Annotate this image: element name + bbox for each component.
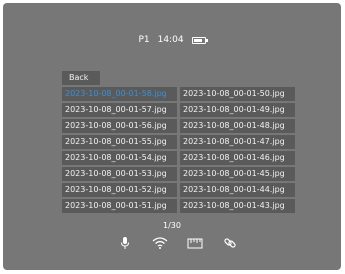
file-item[interactable]: 2023-10-08_00-01-57.jpg [62,103,177,117]
file-item[interactable]: 2023-10-08_00-01-56.jpg [62,119,177,133]
page-indicator: 1/30 [163,221,181,230]
clock: 14:04 [157,35,184,45]
battery-icon [191,36,208,44]
file-item[interactable]: 2023-10-08_00-01-46.jpg [180,151,295,165]
ruler-icon[interactable] [186,236,204,250]
file-item[interactable]: 2023-10-08_00-01-48.jpg [180,119,295,133]
file-item[interactable]: 2023-10-08_00-01-50.jpg [180,87,295,101]
file-item[interactable]: 2023-10-08_00-01-51.jpg [62,199,177,213]
file-item[interactable]: 2023-10-08_00-01-53.jpg [62,167,177,181]
file-item[interactable]: 2023-10-08_00-01-43.jpg [180,199,295,213]
file-item[interactable]: 2023-10-08_00-01-47.jpg [180,135,295,149]
battery-tip [205,38,208,42]
microphone-icon[interactable] [116,236,134,250]
back-button[interactable]: Back [62,71,100,85]
status-bar: P1 14:04 [3,33,341,47]
mode-indicator: P1 [138,35,150,45]
file-item[interactable]: 2023-10-08_00-01-54.jpg [62,151,177,165]
file-item[interactable]: 2023-10-08_00-01-44.jpg [180,183,295,197]
file-item[interactable]: 2023-10-08_00-01-49.jpg [180,103,295,117]
file-item[interactable]: 2023-10-08_00-01-55.jpg [62,135,177,149]
file-list: 2023-10-08_00-01-58.jpg 2023-10-08_00-01… [62,87,295,213]
battery-level [193,38,202,42]
device-screen: P1 14:04 Back 2023-10-08_00-01-58.jpg 20… [3,3,341,270]
link-icon[interactable] [221,236,239,250]
file-item[interactable]: 2023-10-08_00-01-45.jpg [180,167,295,181]
bottom-toolbar [116,236,239,250]
file-item[interactable]: 2023-10-08_00-01-52.jpg [62,183,177,197]
wifi-icon[interactable] [151,236,169,250]
file-item[interactable]: 2023-10-08_00-01-58.jpg [62,87,177,101]
